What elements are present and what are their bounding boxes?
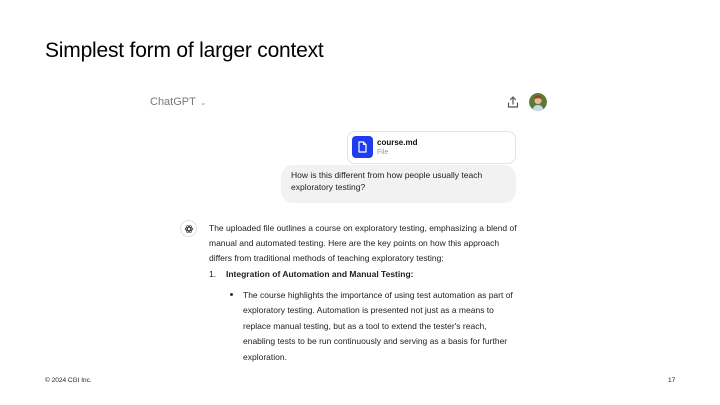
bullet-dot (230, 293, 233, 296)
openai-logo-icon (180, 220, 197, 237)
copyright: © 2024 CGI Inc. (45, 377, 92, 384)
assistant-message: The uploaded file outlines a course on e… (209, 221, 519, 266)
model-selector-label: ChatGPT (150, 96, 196, 108)
assistant-intro: The uploaded file outlines a course on e… (209, 223, 517, 263)
share-icon[interactable] (506, 95, 520, 109)
file-attachment[interactable]: course.md File (347, 131, 516, 164)
model-selector[interactable]: ChatGPT ⌄ (150, 96, 207, 108)
slide-title: Simplest form of larger context (45, 39, 324, 62)
chevron-down-icon: ⌄ (199, 97, 207, 107)
file-type: File (377, 149, 389, 156)
avatar[interactable] (529, 93, 547, 111)
bullet-text: The course highlights the importance of … (243, 290, 513, 362)
file-name: course.md (377, 138, 418, 147)
document-icon (352, 136, 373, 158)
list-item: 1. Integration of Automation and Manual T… (209, 269, 413, 279)
list-number: 1. (209, 269, 217, 279)
page-number: 17 (668, 377, 676, 384)
user-message: How is this different from how people us… (281, 165, 516, 203)
list-heading: Integration of Automation and Manual Tes… (226, 269, 414, 279)
